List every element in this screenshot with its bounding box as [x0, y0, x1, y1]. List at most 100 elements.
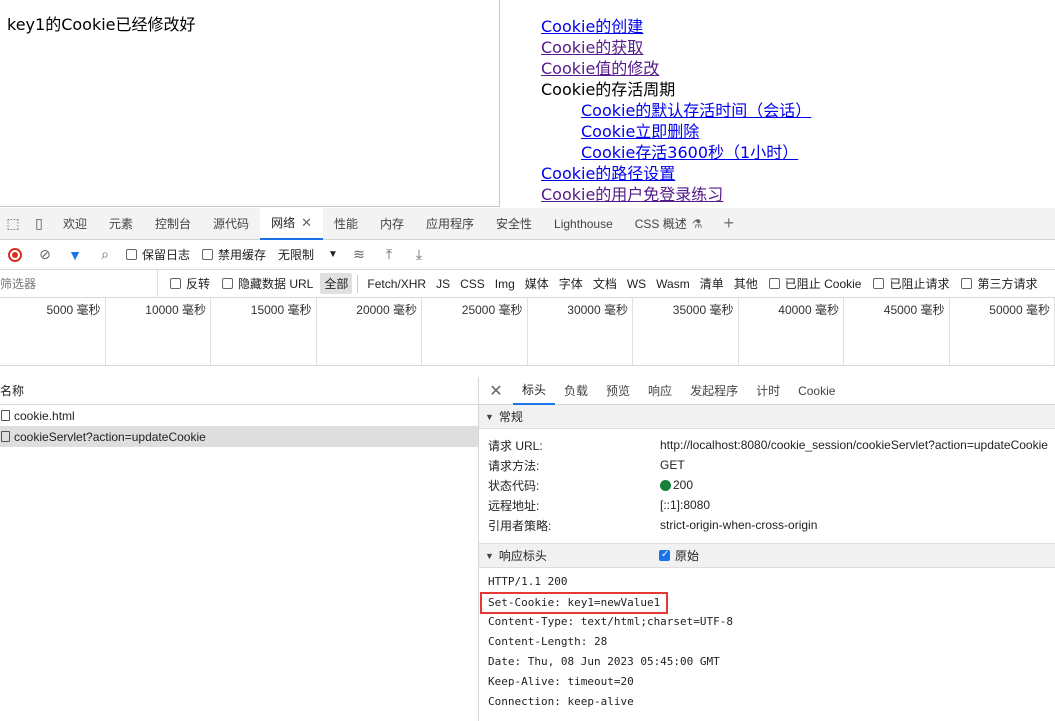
response-headers-section-header[interactable]: ▼ 响应标头 原始 [479, 544, 1055, 568]
filter-type-fetch[interactable]: Fetch/XHR [363, 275, 430, 293]
filter-type-media[interactable]: 媒体 [521, 273, 553, 294]
filter-type-font[interactable]: 字体 [555, 273, 587, 294]
document-icon [1, 431, 10, 442]
network-bottom-pane: 名称 cookie.html cookieServlet?action=upda… [0, 377, 1055, 721]
tab-preview[interactable]: 预览 [597, 377, 639, 405]
tab-lighthouse[interactable]: Lighthouse [543, 208, 624, 240]
general-section: 请求 URL: http://localhost:8080/cookie_sess… [479, 429, 1055, 544]
devtools-panel: ⬚ ▯ 欢迎 元素 控制台 源代码 网络 ✕ 性能 内存 应用程序 安全性 Lig… [0, 207, 1055, 721]
invert-checkbox[interactable]: 反转 [170, 275, 210, 292]
triangle-down-icon: ▼ [485, 550, 494, 561]
request-name: cookieServlet?action=updateCookie [14, 429, 206, 444]
request-row[interactable]: cookie.html [0, 405, 478, 426]
document-icon [1, 410, 10, 421]
tab-payload[interactable]: 负载 [555, 377, 597, 405]
close-detail-icon[interactable]: ✕ [479, 381, 513, 401]
tab-welcome[interactable]: 欢迎 [52, 208, 98, 240]
tab-css-overview[interactable]: CSS 概述 ⚗ [624, 208, 714, 240]
tab-cookies[interactable]: Cookie [789, 377, 844, 405]
column-header-name[interactable]: 名称 [0, 377, 478, 405]
link-list: Cookie的创建 Cookie的获取 Cookie值的修改 Cookie的存活… [541, 16, 811, 205]
filter-type-wasm[interactable]: Wasm [652, 275, 694, 293]
filter-type-other[interactable]: 其他 [730, 273, 762, 294]
general-key: 请求 URL: [488, 438, 543, 453]
tab-application[interactable]: 应用程序 [415, 208, 485, 240]
filter-icon: ▼ [68, 246, 82, 263]
link-live-3600[interactable]: Cookie存活3600秒（1小时） [541, 142, 811, 163]
disable-cache-checkbox[interactable]: 禁用缓存 [202, 246, 266, 263]
devtools-tabbar: ⬚ ▯ 欢迎 元素 控制台 源代码 网络 ✕ 性能 内存 应用程序 安全性 Lig… [0, 207, 1055, 240]
raw-checkbox[interactable]: 原始 [658, 547, 699, 564]
device-toolbar-icon[interactable]: ▯ [26, 208, 52, 240]
raw-line: Connection: keep-alive [488, 695, 634, 708]
third-party-checkbox[interactable]: 第三方请求 [961, 275, 1038, 292]
flask-icon: ⚗ [691, 216, 703, 231]
tab-network[interactable]: 网络 ✕ [260, 207, 323, 240]
filter-type-manifest[interactable]: 清单 [696, 273, 728, 294]
tab-memory[interactable]: 内存 [369, 208, 415, 240]
page-viewport-left: key1的Cookie已经修改好 [0, 0, 500, 207]
status-ok-icon [660, 479, 671, 491]
inspect-icon[interactable]: ⬚ [0, 208, 26, 240]
request-row-selected[interactable]: cookieServlet?action=updateCookie [0, 426, 478, 447]
close-icon[interactable]: ✕ [301, 215, 312, 231]
raw-line: HTTP/1.1 200 [488, 575, 568, 588]
link-cookie-path[interactable]: Cookie的路径设置 [541, 163, 811, 184]
link-delete-now[interactable]: Cookie立即删除 [541, 121, 811, 142]
link-get-cookie[interactable]: Cookie的获取 [541, 37, 811, 58]
raw-headers: HTTP/1.1 200 Set-Cookie: key1=newValue1 … [479, 568, 1055, 712]
tab-elements[interactable]: 元素 [98, 208, 144, 240]
timeline-tick: 20000 毫秒 [317, 298, 422, 365]
filter-type-ws[interactable]: WS [623, 275, 650, 293]
preserve-log-checkbox[interactable]: 保留日志 [126, 246, 190, 263]
hide-data-urls-checkbox[interactable]: 隐藏数据 URL [222, 275, 313, 292]
tab-timing[interactable]: 计时 [747, 377, 789, 405]
record-icon [8, 247, 22, 262]
export-har-button[interactable]: ⤓ [404, 240, 434, 270]
search-button[interactable]: ⌕ [90, 240, 120, 270]
record-button[interactable] [0, 240, 30, 270]
import-har-button[interactable]: ⤒ [374, 240, 404, 270]
blocked-requests-checkbox[interactable]: 已阻止请求 [873, 275, 949, 292]
filter-input[interactable]: 筛选器 [0, 269, 158, 298]
checkbox-box [222, 278, 234, 289]
general-key: 远程地址: [488, 498, 540, 513]
link-update-cookie[interactable]: Cookie值的修改 [541, 58, 811, 79]
throttle-select[interactable]: 无限制 ▼ [278, 246, 338, 263]
tab-initiator[interactable]: 发起程序 [681, 377, 747, 405]
filter-type-js[interactable]: JS [432, 275, 454, 293]
tab-performance[interactable]: 性能 [323, 208, 369, 240]
filter-type-doc[interactable]: 文档 [589, 273, 621, 294]
hide-data-urls-label: 隐藏数据 URL [238, 277, 314, 291]
tab-response[interactable]: 响应 [639, 377, 681, 405]
general-row: 状态代码: 200 [479, 475, 1055, 495]
clear-button[interactable]: ⊘ [30, 240, 60, 270]
raw-line: Content-Length: 28 [488, 635, 608, 648]
tab-sources[interactable]: 源代码 [202, 208, 260, 240]
highlighted-set-cookie: Set-Cookie: key1=newValue1 [480, 592, 669, 614]
raw-line: Date: Thu, 08 Jun 2023 05:45:00 GMT [488, 655, 720, 668]
blocked-cookies-checkbox[interactable]: 已阻止 Cookie [768, 275, 861, 292]
tab-network-label: 网络 [271, 216, 296, 230]
tab-css-overview-label: CSS 概述 [634, 217, 687, 231]
tab-headers[interactable]: 标头 [513, 377, 556, 405]
filter-type-css[interactable]: CSS [456, 275, 489, 293]
filter-type-all[interactable]: 全部 [320, 273, 353, 294]
filter-button[interactable]: ▼ [60, 240, 90, 270]
filter-bar: 筛选器 反转 隐藏数据 URL 全部 Fetch/XHR JS CSS Img … [0, 269, 1055, 298]
link-default-lifetime[interactable]: Cookie的默认存活时间（会话） [541, 100, 811, 121]
tab-security[interactable]: 安全性 [485, 208, 543, 240]
general-value: strict-origin-when-cross-origin [660, 518, 818, 532]
link-create-cookie[interactable]: Cookie的创建 [541, 16, 811, 37]
timeline-tick: 30000 毫秒 [528, 298, 633, 365]
checkbox-box-checked [658, 549, 670, 561]
link-auto-login[interactable]: Cookie的用户免登录练习 [541, 184, 811, 205]
general-section-header[interactable]: ▼ 常规 [479, 405, 1055, 429]
network-timeline[interactable]: 5000 毫秒 10000 毫秒 15000 毫秒 20000 毫秒 25000… [0, 298, 1055, 366]
network-conditions-button[interactable]: ≋ [344, 240, 374, 270]
tab-console[interactable]: 控制台 [144, 208, 202, 240]
raw-label: 原始 [674, 549, 699, 563]
filter-type-img[interactable]: Img [491, 275, 519, 293]
add-tab-icon[interactable]: + [714, 213, 745, 234]
general-value: [::1]:8080 [660, 498, 711, 512]
